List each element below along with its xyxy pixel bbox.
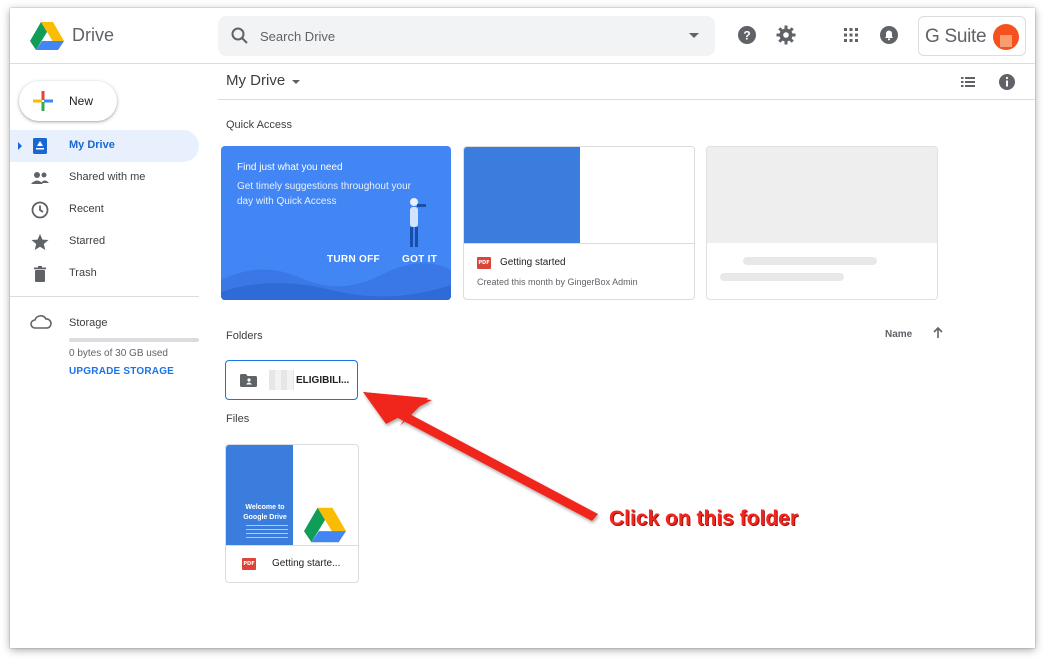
quick-access-title: Quick Access xyxy=(226,119,293,131)
new-button-label: New xyxy=(69,94,94,108)
quick-access-file-card[interactable]: PDF Getting started Created this month b… xyxy=(463,146,695,300)
sidebar-item-label: Trash xyxy=(69,267,97,279)
quick-access-promo-card: Find just what you need Get timely sugge… xyxy=(221,146,451,300)
apps-grid-icon[interactable] xyxy=(840,24,862,46)
sidebar-item-starred[interactable]: Starred xyxy=(10,226,199,258)
new-button[interactable]: New xyxy=(19,81,117,121)
sidebar-item-label: My Drive xyxy=(69,139,115,151)
clock-icon xyxy=(31,201,49,219)
file-name: Getting starte... xyxy=(272,558,341,569)
pdf-icon: PDF xyxy=(477,257,491,269)
annotation-label: Click on this folder xyxy=(609,507,799,530)
chevron-down-icon[interactable] xyxy=(292,80,300,84)
person-illustration xyxy=(410,198,426,247)
storage-used-text: 0 bytes of 30 GB used xyxy=(69,348,168,359)
folders-title: Folders xyxy=(226,330,263,342)
drive-logo-icon[interactable] xyxy=(30,22,64,50)
star-icon xyxy=(31,234,49,250)
expand-arrow-icon[interactable] xyxy=(18,142,22,150)
app-brand[interactable]: Drive xyxy=(72,25,114,46)
file-item[interactable]: Welcome to Google Drive PDF Getting star… xyxy=(225,444,359,583)
sidebar-item-trash[interactable]: Trash xyxy=(10,258,199,290)
notifications-icon[interactable] xyxy=(878,24,900,46)
quick-access-placeholder-card xyxy=(706,146,938,300)
list-view-icon[interactable] xyxy=(958,72,978,92)
pdf-icon: PDF xyxy=(242,558,256,570)
cloud-icon xyxy=(30,315,52,329)
settings-icon[interactable] xyxy=(775,24,797,46)
search-input[interactable] xyxy=(260,16,660,56)
svg-text:?: ? xyxy=(743,29,750,43)
sidebar-item-label: Starred xyxy=(69,235,106,247)
folder-item[interactable]: ELIGIBILI... xyxy=(225,360,358,400)
file-thumbnail xyxy=(464,147,580,243)
my-drive-icon xyxy=(33,138,47,154)
storage-label[interactable]: Storage xyxy=(69,317,108,329)
got-it-button[interactable]: GOT IT xyxy=(402,254,437,265)
turn-off-button[interactable]: TURN OFF xyxy=(327,254,380,265)
file-thumbnail: Welcome to Google Drive xyxy=(226,445,293,545)
drive-logo-icon xyxy=(304,507,346,543)
sort-by-name[interactable]: Name xyxy=(885,329,912,340)
avatar[interactable] xyxy=(993,24,1019,50)
sidebar-item-my-drive[interactable]: My Drive xyxy=(10,130,199,162)
search-icon[interactable] xyxy=(230,26,250,46)
page-title[interactable]: My Drive xyxy=(226,72,285,89)
trash-icon xyxy=(34,266,46,282)
header-divider xyxy=(218,99,1035,100)
sidebar-item-shared-with-me[interactable]: Shared with me xyxy=(10,162,199,194)
thumbnail-title: Welcome to Google Drive xyxy=(243,504,287,521)
storage-meter xyxy=(69,338,199,342)
file-meta: Created this month by GingerBox Admin xyxy=(477,277,638,287)
arrow-up-icon[interactable] xyxy=(931,326,945,340)
sidebar-item-label: Shared with me xyxy=(69,171,146,183)
drive-window: Drive ? xyxy=(10,8,1035,648)
upgrade-storage-link[interactable]: UPGRADE STORAGE xyxy=(69,366,174,377)
redacted-text xyxy=(269,370,294,390)
file-name: Getting started xyxy=(500,257,566,268)
sidebar-item-label: Recent xyxy=(69,203,104,215)
promo-title: Find just what you need xyxy=(237,162,343,173)
account-switcher[interactable]: G Suite xyxy=(918,16,1026,56)
info-icon[interactable] xyxy=(997,72,1017,92)
top-bar: Drive ? xyxy=(10,8,1035,64)
help-icon[interactable]: ? xyxy=(736,24,758,46)
gsuite-label: G Suite xyxy=(925,26,987,47)
folder-name: ELIGIBILI... xyxy=(296,375,350,386)
plus-icon xyxy=(33,91,53,111)
sidebar-item-recent[interactable]: Recent xyxy=(10,194,199,226)
sidebar-divider xyxy=(10,296,199,297)
shared-icon xyxy=(31,172,49,184)
search-bar[interactable] xyxy=(218,16,715,56)
shared-folder-icon xyxy=(240,374,257,387)
search-options-icon[interactable] xyxy=(689,33,699,38)
files-title: Files xyxy=(226,413,250,425)
